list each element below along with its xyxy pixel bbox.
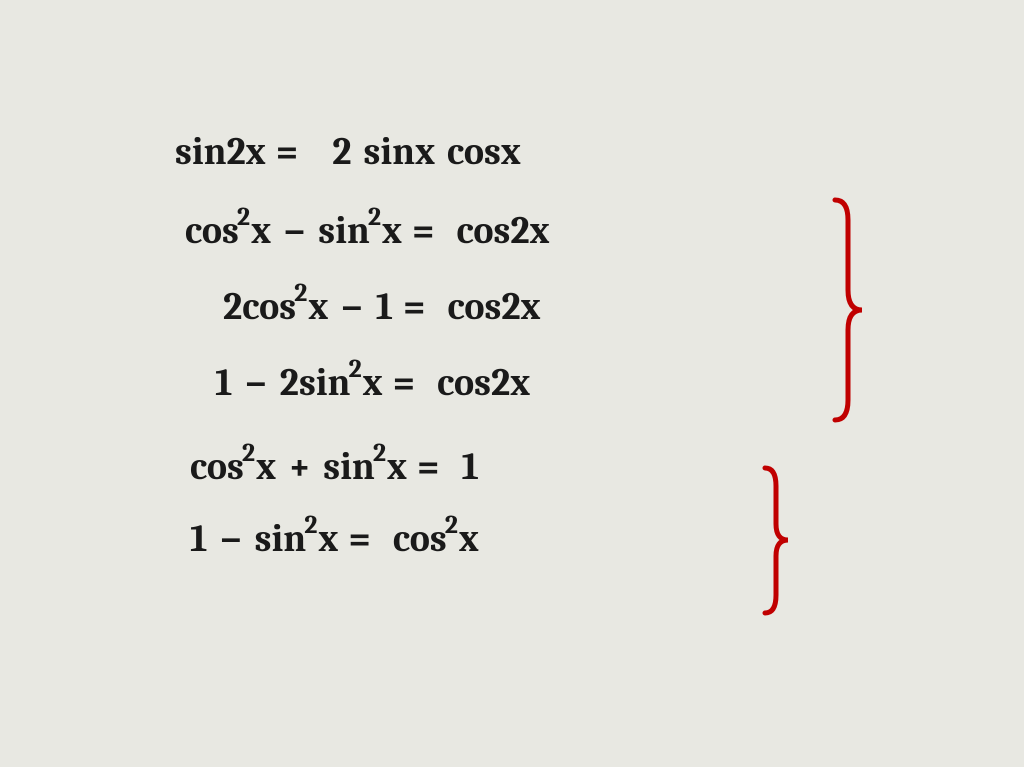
t1-func: cos	[190, 445, 244, 489]
t2-arg: x	[387, 445, 407, 489]
t1-exp: 2	[294, 278, 307, 308]
equation-4: 1 − 2sin2x = cos2x	[215, 361, 875, 405]
curly-brace-icon	[830, 200, 870, 420]
rhs-func: cos	[437, 361, 491, 405]
equation-1: sin2x = 2 sinx cosx	[175, 130, 875, 174]
rhs-arg: 2x	[501, 285, 540, 329]
op: +	[280, 445, 319, 489]
t2-exp: 2	[368, 202, 381, 232]
equals: =	[276, 130, 299, 174]
t2-arg: x	[363, 361, 383, 405]
t2-exp: 2	[373, 438, 386, 468]
rhs-arg: 2x	[491, 361, 530, 405]
t2-func: sin	[255, 517, 307, 561]
t2-func: sin	[299, 361, 351, 405]
t1-exp: 2	[237, 202, 250, 232]
lhs-arg: 2x	[227, 130, 266, 174]
t1-arg: x	[256, 445, 276, 489]
t2-func: sin	[318, 209, 370, 253]
rhs-arg: 2x	[510, 209, 549, 253]
lhs-func: sin	[175, 130, 227, 174]
t1-func: cos	[185, 209, 239, 253]
t1-arg: x	[251, 209, 271, 253]
rhs-arg1: x	[415, 130, 435, 174]
rhs-coef: 2	[332, 130, 351, 174]
equals: =	[403, 285, 426, 329]
t2-func: sin	[323, 445, 375, 489]
op: −	[236, 361, 275, 405]
t1: 1	[215, 361, 232, 405]
t2-arg: x	[382, 209, 402, 253]
rhs-func2: cos	[447, 130, 501, 174]
op: −	[211, 517, 250, 561]
rhs-func: cos	[456, 209, 510, 253]
rhs-func: cos	[393, 517, 447, 561]
equation-2: cos2x − sin2x = cos2x	[185, 209, 875, 253]
t1: 1	[190, 517, 207, 561]
rhs-arg2: x	[501, 130, 521, 174]
rhs: 1	[461, 445, 478, 489]
curly-brace-icon	[760, 468, 800, 613]
t2-coef: 2	[280, 361, 299, 405]
rhs-exp: 2	[445, 510, 458, 540]
equals: =	[412, 209, 435, 253]
equals: =	[348, 517, 371, 561]
op: −	[332, 285, 371, 329]
equals: =	[393, 361, 416, 405]
equation-3: 2cos2x − 1 = cos2x	[223, 285, 875, 329]
rhs-func1: sin	[364, 130, 416, 174]
t1-arg: x	[308, 285, 328, 329]
rhs-func: cos	[447, 285, 501, 329]
t2-arg: x	[318, 517, 338, 561]
t1-func: cos	[242, 285, 296, 329]
t2-exp: 2	[348, 354, 361, 384]
t1-coef: 2	[223, 285, 242, 329]
rhs-arg: x	[459, 517, 479, 561]
op: −	[275, 209, 314, 253]
t2: 1	[376, 285, 393, 329]
t1-exp: 2	[242, 438, 255, 468]
t2-exp: 2	[304, 510, 317, 540]
equals: =	[417, 445, 440, 489]
